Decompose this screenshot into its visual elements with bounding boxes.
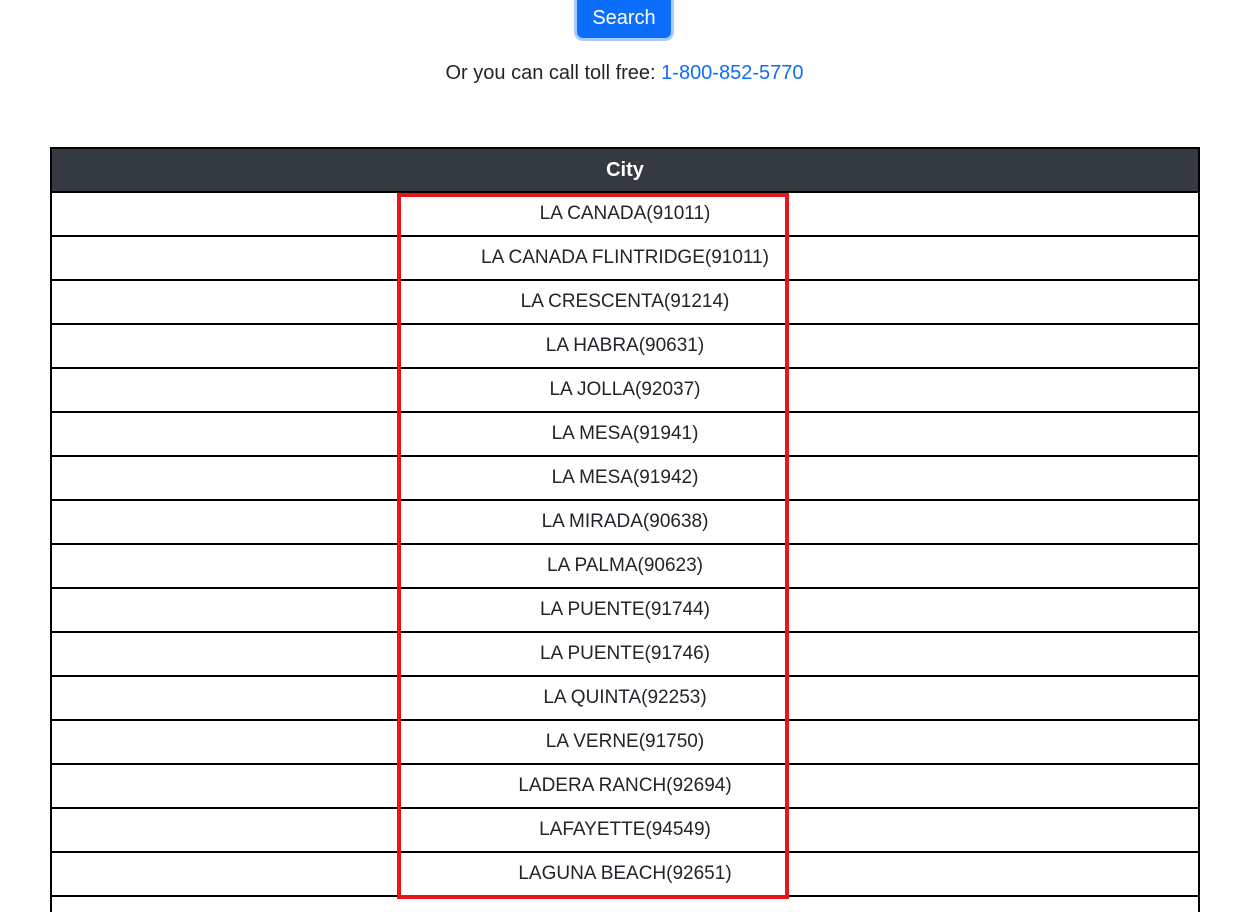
- city-cell: LAFAYETTE(94549): [50, 807, 1200, 853]
- city-cell: LA CRESCENTA(91214): [50, 279, 1200, 325]
- table-row: [50, 895, 1200, 912]
- table-row: LA CANADA FLINTRIDGE(91011): [50, 235, 1200, 281]
- table-row: LA JOLLA(92037): [50, 367, 1200, 413]
- city-cell: LA HABRA(90631): [50, 323, 1200, 369]
- table-row: LA QUINTA(92253): [50, 675, 1200, 721]
- city-column-header: City: [50, 147, 1200, 193]
- toll-free-phone-link[interactable]: 1-800-852-5770: [661, 62, 803, 84]
- table-row: LA MESA(91942): [50, 455, 1200, 501]
- city-cell: LA MIRADA(90638): [50, 499, 1200, 545]
- table-row: LA PUENTE(91744): [50, 587, 1200, 633]
- city-cell: LAGUNA BEACH(92651): [50, 851, 1200, 897]
- table-row: LA PUENTE(91746): [50, 631, 1200, 677]
- table-row: LA HABRA(90631): [50, 323, 1200, 369]
- table-row: LA MESA(91941): [50, 411, 1200, 457]
- table-row: LAFAYETTE(94549): [50, 807, 1200, 853]
- table-header-row: City: [50, 147, 1200, 193]
- city-cell: LA CANADA FLINTRIDGE(91011): [50, 235, 1200, 281]
- city-cell: LA PUENTE(91744): [50, 587, 1200, 633]
- city-cell: LA MESA(91942): [50, 455, 1200, 501]
- toll-free-prefix: Or you can call toll free:: [445, 62, 662, 84]
- city-cell: LA JOLLA(92037): [50, 367, 1200, 413]
- search-button-label: Search: [592, 7, 656, 29]
- city-cell: LA CANADA(91011): [50, 191, 1200, 237]
- city-cell: LA PALMA(90623): [50, 543, 1200, 589]
- city-cell: LADERA RANCH(92694): [50, 763, 1200, 809]
- table-row: LA CANADA(91011): [50, 191, 1200, 237]
- table-row: LAGUNA BEACH(92651): [50, 851, 1200, 897]
- table-row: LA VERNE(91750): [50, 719, 1200, 765]
- table-row: LADERA RANCH(92694): [50, 763, 1200, 809]
- city-cell: LA QUINTA(92253): [50, 675, 1200, 721]
- city-cell: LA PUENTE(91746): [50, 631, 1200, 677]
- table-row: LA MIRADA(90638): [50, 499, 1200, 545]
- search-button[interactable]: Search: [577, 0, 671, 38]
- city-table: City LA CANADA(91011) LA CANADA FLINTRID…: [50, 147, 1200, 912]
- table-row: LA PALMA(90623): [50, 543, 1200, 589]
- table-row: LA CRESCENTA(91214): [50, 279, 1200, 325]
- city-cell: LA MESA(91941): [50, 411, 1200, 457]
- city-cell: [50, 895, 1200, 912]
- toll-free-line: Or you can call toll free: 1-800-852-577…: [0, 58, 1233, 88]
- city-cell: LA VERNE(91750): [50, 719, 1200, 765]
- page: Search Or you can call toll free: 1-800-…: [0, 0, 1233, 912]
